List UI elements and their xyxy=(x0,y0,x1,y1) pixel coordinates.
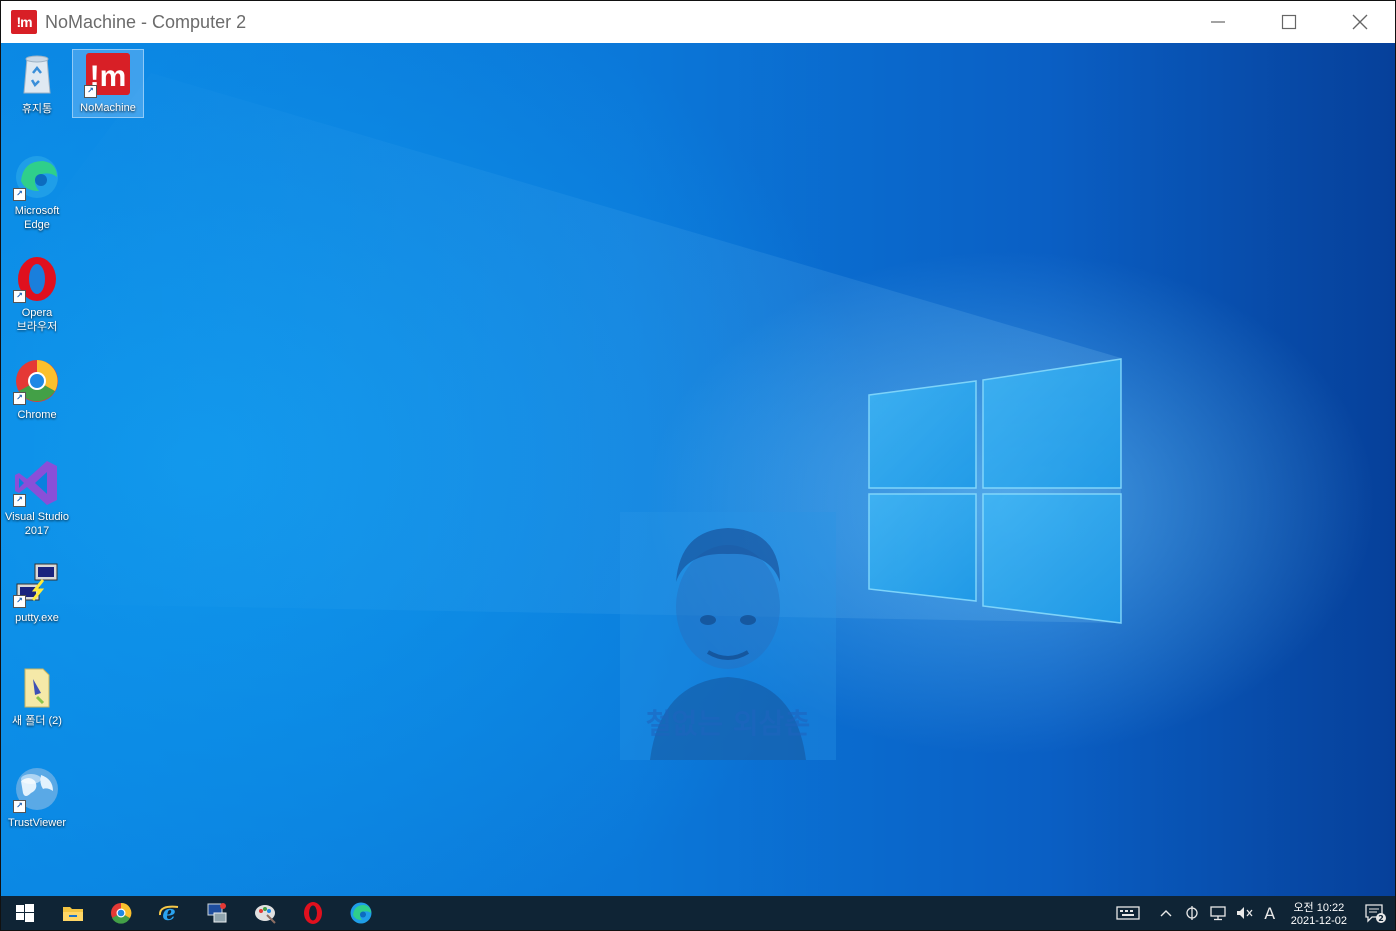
desktop-icon-visual-studio[interactable]: ↗ Visual Studio 2017 xyxy=(1,459,73,538)
minimize-button[interactable] xyxy=(1182,1,1253,43)
start-button[interactable] xyxy=(1,896,49,930)
desktop-icon-putty[interactable]: ↗ putty.exe xyxy=(1,560,73,625)
desktop-icon-label: 휴지통 xyxy=(21,103,53,115)
tray-show-hidden[interactable] xyxy=(1153,896,1179,930)
globe-icon: ↗ xyxy=(13,765,61,813)
notification-icon: 2 xyxy=(1365,904,1386,923)
title-bar[interactable]: !m NoMachine - Computer 2 xyxy=(1,1,1395,43)
shortcut-arrow-icon: ↗ xyxy=(13,290,26,303)
desktop-icon-label: Visual Studio 2017 xyxy=(4,511,69,537)
opera-icon: ↗ xyxy=(13,255,61,303)
desktop-icon-label: putty.exe xyxy=(15,612,59,624)
notification-count: 2 xyxy=(1378,914,1384,923)
desktop-icon-label: TrustViewer xyxy=(7,817,67,829)
taskbar: e A 오전 10:22 2021-12-02 2 xyxy=(1,896,1395,930)
close-button[interactable] xyxy=(1324,1,1395,43)
usb-icon xyxy=(1186,906,1198,920)
nomachine-icon: !m ↗ xyxy=(84,50,132,98)
visual-studio-icon: ↗ xyxy=(13,459,61,507)
taskbar-network-app[interactable] xyxy=(193,896,241,930)
shortcut-arrow-icon: ↗ xyxy=(13,188,26,201)
network-icon xyxy=(1210,906,1226,921)
nomachine-window: !m NoMachine - Computer 2 철없는 외삼촌 휴지통 !m… xyxy=(0,0,1396,931)
remote-desktop[interactable]: 철없는 외삼촌 휴지통 !m ↗ NoMachine ↗ Microsoft E… xyxy=(1,43,1395,896)
taskbar-edge[interactable] xyxy=(337,896,385,930)
tray-notifications[interactable]: 2 xyxy=(1355,896,1395,930)
shortcut-arrow-icon: ↗ xyxy=(13,595,26,608)
watermark-text: 철없는 외삼촌 xyxy=(645,707,811,740)
window-controls xyxy=(1182,1,1395,43)
volume-muted-icon xyxy=(1236,907,1253,919)
desktop-icon-nomachine[interactable]: !m ↗ NoMachine xyxy=(72,49,144,118)
nomachine-logo-icon: !m xyxy=(11,10,37,34)
file-explorer-icon xyxy=(63,907,83,921)
taskbar-paint-app[interactable] xyxy=(241,896,289,930)
window-title: NoMachine - Computer 2 xyxy=(45,11,247,32)
desktop-icon-label: Microsoft Edge xyxy=(14,205,60,231)
internet-explorer-icon: e xyxy=(158,901,179,925)
putty-icon: ↗ xyxy=(13,560,61,608)
chrome-icon xyxy=(111,902,132,924)
windows-logo-wallpaper xyxy=(1,73,1122,624)
desktop-icon-opera[interactable]: ↗ Opera 브라우저 xyxy=(1,255,73,334)
desktop-icon-chrome[interactable]: ↗ Chrome xyxy=(1,357,73,422)
desktop-icon-trustviewer[interactable]: ↗ TrustViewer xyxy=(1,765,73,830)
clock-date: 2021-12-02 xyxy=(1290,915,1347,927)
desktop-icon-label: Chrome xyxy=(17,409,57,421)
svg-text:e: e xyxy=(162,901,175,925)
desktop-icon-label: Opera 브라우저 xyxy=(16,307,58,333)
maximize-icon xyxy=(1281,14,1296,30)
taskbar-chrome[interactable] xyxy=(97,896,145,930)
folder-icon xyxy=(13,663,61,711)
keyboard-icon xyxy=(1116,906,1140,920)
close-icon xyxy=(1352,14,1367,30)
windows-start-icon xyxy=(16,904,34,922)
tray-volume[interactable] xyxy=(1231,896,1257,930)
desktop-icon-recycle-bin[interactable]: 휴지통 xyxy=(1,51,73,116)
shortcut-arrow-icon: ↗ xyxy=(84,85,97,98)
edge-icon: ↗ xyxy=(13,153,61,201)
tray-clock[interactable]: 오전 10:22 2021-12-02 xyxy=(1283,896,1355,930)
shortcut-arrow-icon: ↗ xyxy=(13,800,26,813)
paint-app-icon xyxy=(255,905,276,924)
chevron-up-icon xyxy=(1160,910,1172,917)
network-app-icon xyxy=(207,903,227,923)
tray-ime-indicator[interactable]: A xyxy=(1257,896,1283,930)
shortcut-arrow-icon: ↗ xyxy=(13,494,26,507)
taskbar-opera[interactable] xyxy=(289,896,337,930)
chrome-icon: ↗ xyxy=(13,357,61,405)
maximize-button[interactable] xyxy=(1253,1,1324,43)
tray-network[interactable] xyxy=(1205,896,1231,930)
shortcut-arrow-icon: ↗ xyxy=(13,392,26,405)
recycle-bin-icon xyxy=(13,51,61,99)
opera-icon xyxy=(304,902,322,924)
edge-icon xyxy=(350,902,372,924)
clock-time: 오전 10:22 xyxy=(1293,902,1345,914)
system-tray: A 오전 10:22 2021-12-02 2 xyxy=(1113,896,1395,930)
desktop-icon-label: NoMachine xyxy=(80,102,136,114)
desktop-icon-new-folder[interactable]: 새 폴더 (2) xyxy=(1,663,73,728)
minimize-icon xyxy=(1210,21,1225,23)
taskbar-internet-explorer[interactable]: e xyxy=(145,896,193,930)
tray-app-icon[interactable] xyxy=(1179,896,1205,930)
avatar-watermark: 철없는 외삼촌 xyxy=(620,512,836,760)
desktop-icon-label: 새 폴더 (2) xyxy=(12,715,62,727)
desktop-icon-microsoft-edge[interactable]: ↗ Microsoft Edge xyxy=(1,153,73,232)
taskbar-file-explorer[interactable] xyxy=(49,896,97,930)
tray-touch-keyboard[interactable] xyxy=(1113,896,1143,930)
